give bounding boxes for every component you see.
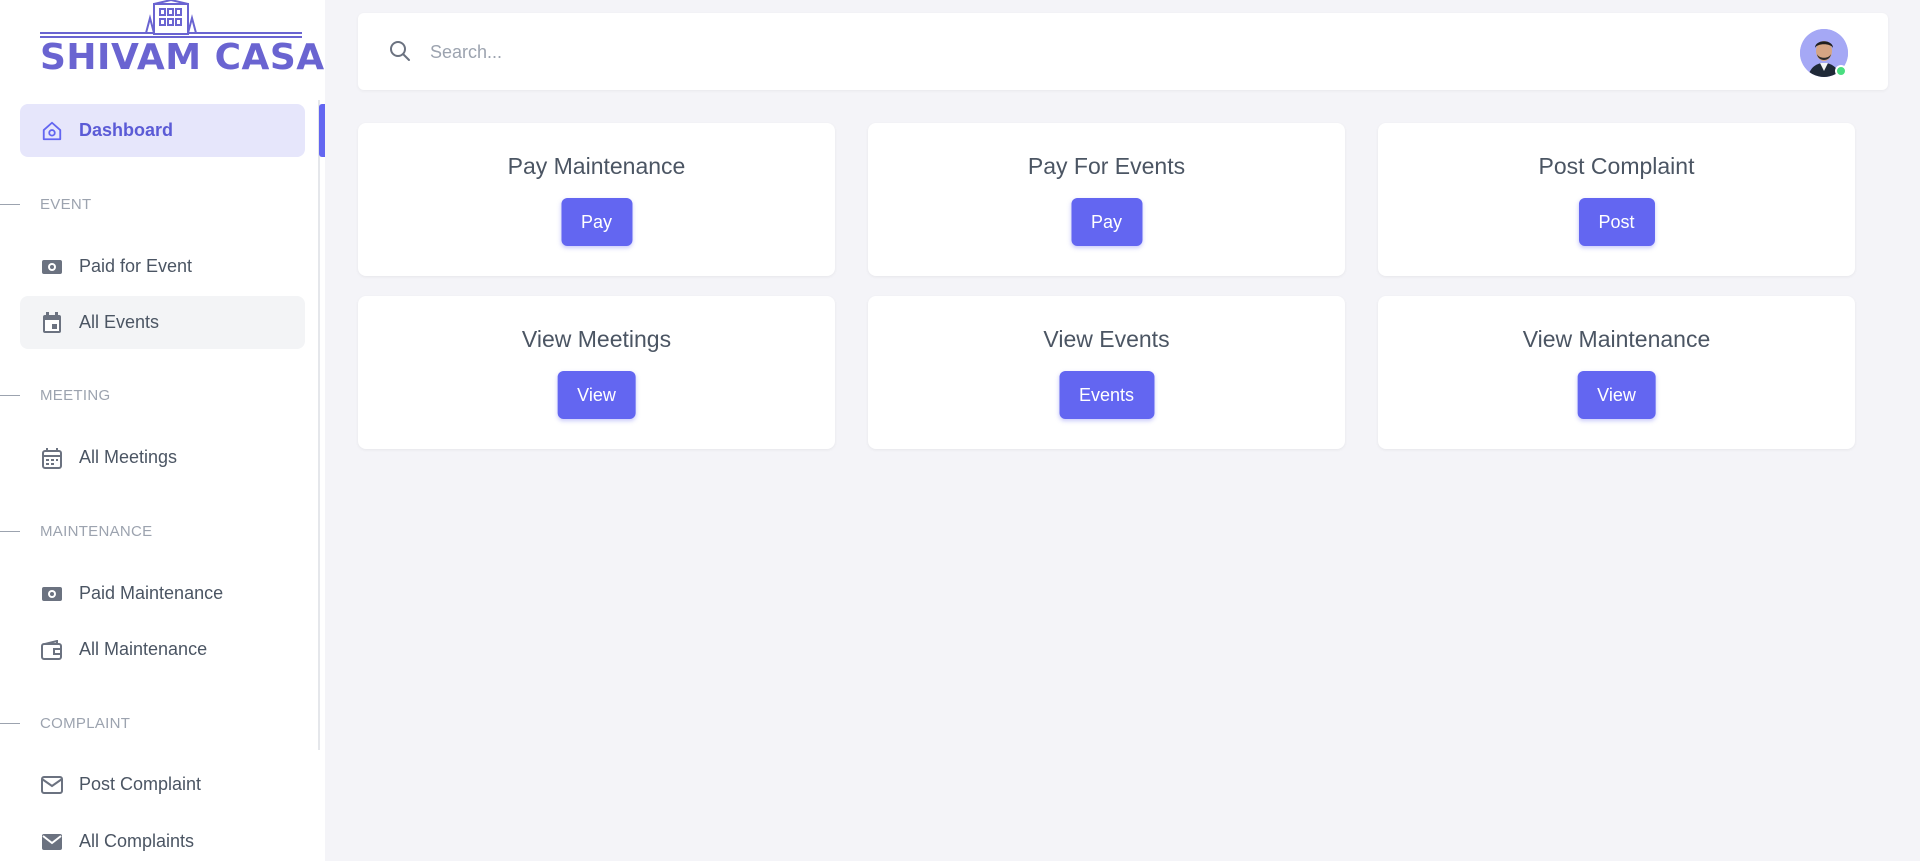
section-divider xyxy=(0,394,20,396)
card-view-meetings: View Meetings View xyxy=(358,296,835,449)
view-events-button[interactable]: Events xyxy=(1058,371,1155,419)
section-maintenance: MAINTENANCE xyxy=(0,521,152,541)
sidebar-item-all-events[interactable]: All Events xyxy=(20,296,305,349)
card-view-events: View Events Events xyxy=(868,296,1345,449)
card-title: View Events xyxy=(1043,326,1170,352)
money-icon xyxy=(40,582,64,606)
section-title: EVENT xyxy=(40,195,92,213)
wallet-icon xyxy=(40,638,64,662)
card-title: Post Complaint xyxy=(1538,153,1695,179)
section-title: MAINTENANCE xyxy=(40,522,153,540)
sidebar-item-label: All Events xyxy=(79,312,160,332)
view-maintenance-button[interactable]: View xyxy=(1577,371,1656,419)
online-status-indicator xyxy=(1835,65,1847,77)
sidebar-item-post-complaint[interactable]: Post Complaint xyxy=(20,758,305,811)
sidebar-item-all-complaints[interactable]: All Complaints xyxy=(20,815,305,861)
card-post-complaint: Post Complaint Post xyxy=(1378,123,1855,276)
sidebar: SHIVAM CASA Dashboard EVENT Paid for Eve… xyxy=(0,0,325,861)
calendar-event-icon xyxy=(40,311,64,335)
sidebar-item-label: Post Complaint xyxy=(79,774,202,794)
sidebar-item-label: All Maintenance xyxy=(79,639,208,659)
pay-events-button[interactable]: Pay xyxy=(1070,198,1143,246)
card-view-maintenance: View Maintenance View xyxy=(1378,296,1855,449)
section-complaint: COMPLAINT xyxy=(0,713,130,733)
building-logo-icon xyxy=(40,0,302,38)
mail-icon xyxy=(40,830,64,854)
home-icon xyxy=(40,119,64,143)
sidebar-item-label: Paid for Event xyxy=(79,256,193,276)
sidebar-item-paid-maintenance[interactable]: Paid Maintenance xyxy=(20,567,305,620)
sidebar-item-label: All Meetings xyxy=(79,447,178,467)
card-pay-maintenance: Pay Maintenance Pay xyxy=(358,123,835,276)
brand-logo[interactable]: SHIVAM CASA xyxy=(40,0,325,82)
brand-name: SHIVAM CASA xyxy=(40,37,325,78)
section-meeting: MEETING xyxy=(0,385,110,405)
sidebar-item-all-maintenance[interactable]: All Maintenance xyxy=(20,623,305,676)
section-divider xyxy=(0,203,20,205)
money-icon xyxy=(40,255,64,279)
view-meetings-button[interactable]: View xyxy=(557,371,636,419)
card-pay-for-events: Pay For Events Pay xyxy=(868,123,1345,276)
sidebar-item-paid-for-event[interactable]: Paid for Event xyxy=(20,240,305,293)
post-complaint-button[interactable]: Post xyxy=(1578,198,1655,246)
sidebar-scroll-track[interactable] xyxy=(318,100,320,750)
sidebar-item-all-meetings[interactable]: All Meetings xyxy=(20,431,305,484)
section-title: COMPLAINT xyxy=(40,714,131,732)
sidebar-item-label: All Complaints xyxy=(79,831,195,851)
section-event: EVENT xyxy=(0,194,92,214)
section-divider xyxy=(0,722,20,724)
sidebar-item-label: Paid Maintenance xyxy=(79,583,224,603)
calendar-icon xyxy=(40,446,64,470)
mail-outline-icon xyxy=(40,773,64,797)
search-input[interactable] xyxy=(430,33,1030,71)
active-indicator xyxy=(319,104,325,157)
card-title: View Meetings xyxy=(521,326,672,352)
top-header xyxy=(358,13,1888,90)
section-divider xyxy=(0,530,20,532)
sidebar-item-dashboard[interactable]: Dashboard xyxy=(20,104,305,157)
card-title: Pay Maintenance xyxy=(507,153,686,179)
pay-maintenance-button[interactable]: Pay xyxy=(560,198,633,246)
card-title: View Maintenance xyxy=(1522,326,1711,352)
section-title: MEETING xyxy=(40,386,111,404)
search-icon[interactable] xyxy=(388,39,412,68)
sidebar-item-label: Dashboard xyxy=(79,120,174,140)
card-title: Pay For Events xyxy=(1027,153,1186,179)
